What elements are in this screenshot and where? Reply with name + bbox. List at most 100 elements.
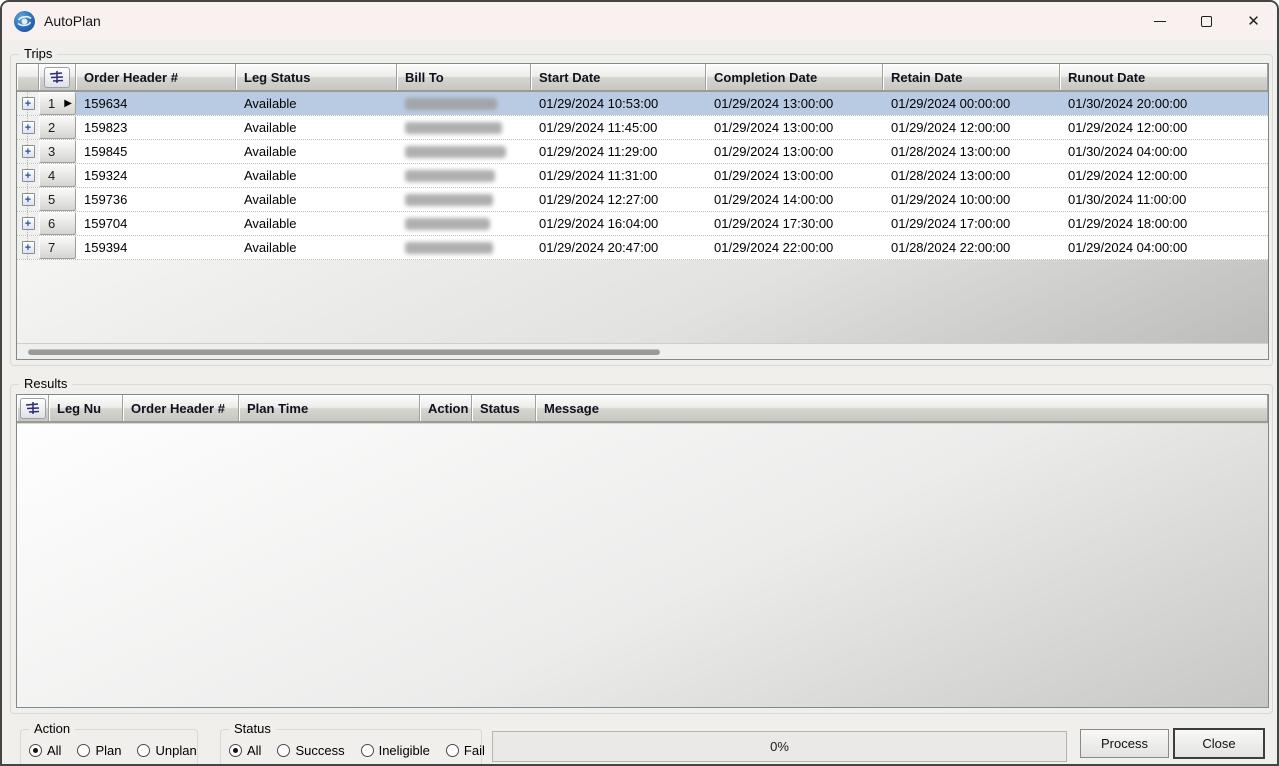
cell-completion-date[interactable]: 01/29/2024 17:30:00 <box>706 212 883 235</box>
radio-action-plan[interactable]: Plan <box>77 743 121 758</box>
row-number-cell[interactable]: 5 ▶ <box>39 188 76 211</box>
cell-start-date[interactable]: 01/29/2024 16:04:00 <box>531 212 706 235</box>
column-header-order-header[interactable]: Order Header # <box>123 395 239 421</box>
expand-row-button[interactable]: + <box>21 217 35 230</box>
table-row[interactable]: + 7 ▶ 159394 Available 01/29/2024 20:47:… <box>17 236 1268 260</box>
cell-bill-to[interactable] <box>397 212 531 235</box>
row-number-cell[interactable]: 6 ▶ <box>39 212 76 235</box>
expand-row-button[interactable]: + <box>21 193 35 206</box>
cell-order-header[interactable]: 159704 <box>76 212 236 235</box>
cell-leg-status[interactable]: Available <box>236 116 397 139</box>
row-indicator-header[interactable] <box>17 395 49 421</box>
column-header-order-header[interactable]: Order Header # <box>76 64 236 90</box>
cell-bill-to[interactable] <box>397 164 531 187</box>
column-header-retain-date[interactable]: Retain Date <box>883 64 1060 90</box>
cell-start-date[interactable]: 01/29/2024 11:29:00 <box>531 140 706 163</box>
expand-row-button[interactable]: + <box>21 121 35 134</box>
cell-bill-to[interactable] <box>397 236 531 259</box>
expand-row-button[interactable]: + <box>21 97 35 110</box>
close-button[interactable]: Close <box>1173 728 1265 759</box>
radio-status-all[interactable]: All <box>229 743 261 758</box>
cell-leg-status[interactable]: Available <box>236 212 397 235</box>
table-row[interactable]: + 6 ▶ 159704 Available 01/29/2024 16:04:… <box>17 212 1268 236</box>
cell-order-header[interactable]: 159394 <box>76 236 236 259</box>
column-header-completion-date[interactable]: Completion Date <box>706 64 883 90</box>
column-header-message[interactable]: Message <box>536 395 1268 421</box>
cell-order-header[interactable]: 159845 <box>76 140 236 163</box>
radio-status-fail[interactable]: Fail <box>445 743 485 758</box>
cell-order-header[interactable]: 159736 <box>76 188 236 211</box>
cell-start-date[interactable]: 01/29/2024 11:45:00 <box>531 116 706 139</box>
cell-completion-date[interactable]: 01/29/2024 14:00:00 <box>706 188 883 211</box>
column-header-bill-to[interactable]: Bill To <box>397 64 531 90</box>
minimize-button[interactable] <box>1136 2 1183 40</box>
row-number-cell[interactable]: 7 ▶ <box>39 236 76 259</box>
maximize-button[interactable] <box>1183 2 1230 40</box>
column-header-status[interactable]: Status <box>472 395 536 421</box>
cell-leg-status[interactable]: Available <box>236 164 397 187</box>
table-row[interactable]: + 1 ▶ 159634 Available 01/29/2024 10:53:… <box>17 92 1268 116</box>
cell-bill-to[interactable] <box>397 92 531 115</box>
cell-completion-date[interactable]: 01/29/2024 13:00:00 <box>706 92 883 115</box>
cell-completion-date[interactable]: 01/29/2024 13:00:00 <box>706 140 883 163</box>
table-row[interactable]: + 3 ▶ 159845 Available 01/29/2024 11:29:… <box>17 140 1268 164</box>
cell-start-date[interactable]: 01/29/2024 11:31:00 <box>531 164 706 187</box>
radio-action-all[interactable]: All <box>29 743 61 758</box>
table-row[interactable]: + 4 ▶ 159324 Available 01/29/2024 11:31:… <box>17 164 1268 188</box>
cell-order-header[interactable]: 159324 <box>76 164 236 187</box>
cell-leg-status[interactable]: Available <box>236 92 397 115</box>
process-button[interactable]: Process <box>1080 729 1169 758</box>
cell-retain-date[interactable]: 01/29/2024 10:00:00 <box>883 188 1060 211</box>
cell-retain-date[interactable]: 01/29/2024 17:00:00 <box>883 212 1060 235</box>
column-header-leg-status[interactable]: Leg Status <box>236 64 397 90</box>
cell-runout-date[interactable]: 01/29/2024 04:00:00 <box>1060 236 1268 259</box>
cell-leg-status[interactable]: Available <box>236 140 397 163</box>
row-number-cell[interactable]: 1 ▶ <box>39 92 76 115</box>
cell-retain-date[interactable]: 01/29/2024 12:00:00 <box>883 116 1060 139</box>
column-header-leg-nu[interactable]: Leg Nu <box>49 395 123 421</box>
cell-runout-date[interactable]: 01/30/2024 04:00:00 <box>1060 140 1268 163</box>
cell-retain-date[interactable]: 01/28/2024 22:00:00 <box>883 236 1060 259</box>
horizontal-scrollbar[interactable] <box>17 343 1268 359</box>
cell-completion-date[interactable]: 01/29/2024 22:00:00 <box>706 236 883 259</box>
expand-row-button[interactable]: + <box>21 169 35 182</box>
cell-order-header[interactable]: 159634 <box>76 92 236 115</box>
column-header-plan-time[interactable]: Plan Time <box>239 395 420 421</box>
cell-retain-date[interactable]: 01/28/2024 13:00:00 <box>883 140 1060 163</box>
row-indicator-header[interactable] <box>39 64 76 90</box>
cell-retain-date[interactable]: 01/28/2024 13:00:00 <box>883 164 1060 187</box>
cell-runout-date[interactable]: 01/30/2024 20:00:00 <box>1060 92 1268 115</box>
radio-status-success[interactable]: Success <box>277 743 345 758</box>
column-header-action[interactable]: Action <box>420 395 472 421</box>
cell-bill-to[interactable] <box>397 140 531 163</box>
cell-retain-date[interactable]: 01/29/2024 00:00:00 <box>883 92 1060 115</box>
radio-action-unplan[interactable]: Unplan <box>137 743 197 758</box>
cell-bill-to[interactable] <box>397 188 531 211</box>
expand-row-button[interactable]: + <box>21 145 35 158</box>
cell-completion-date[interactable]: 01/29/2024 13:00:00 <box>706 164 883 187</box>
cell-runout-date[interactable]: 01/30/2024 11:00:00 <box>1060 188 1268 211</box>
table-row[interactable]: + 2 ▶ 159823 Available 01/29/2024 11:45:… <box>17 116 1268 140</box>
row-number-cell[interactable]: 2 ▶ <box>39 116 76 139</box>
cell-runout-date[interactable]: 01/29/2024 12:00:00 <box>1060 116 1268 139</box>
cell-start-date[interactable]: 01/29/2024 12:27:00 <box>531 188 706 211</box>
radio-status-ineligible[interactable]: Ineligible <box>360 743 430 758</box>
scrollbar-thumb[interactable] <box>28 349 660 355</box>
cell-completion-date[interactable]: 01/29/2024 13:00:00 <box>706 116 883 139</box>
cell-leg-status[interactable]: Available <box>236 236 397 259</box>
row-number-cell[interactable]: 4 ▶ <box>39 164 76 187</box>
column-header-runout-date[interactable]: Runout Date <box>1060 64 1268 90</box>
title-bar[interactable]: AutoPlan ✕ <box>2 2 1277 40</box>
cell-start-date[interactable]: 01/29/2024 10:53:00 <box>531 92 706 115</box>
cell-runout-date[interactable]: 01/29/2024 18:00:00 <box>1060 212 1268 235</box>
table-row[interactable]: + 5 ▶ 159736 Available 01/29/2024 12:27:… <box>17 188 1268 212</box>
cell-runout-date[interactable]: 01/29/2024 12:00:00 <box>1060 164 1268 187</box>
row-number-cell[interactable]: 3 ▶ <box>39 140 76 163</box>
cell-start-date[interactable]: 01/29/2024 20:47:00 <box>531 236 706 259</box>
expand-row-button[interactable]: + <box>21 241 35 254</box>
close-window-button[interactable]: ✕ <box>1230 2 1277 40</box>
column-header-start-date[interactable]: Start Date <box>531 64 706 90</box>
cell-bill-to[interactable] <box>397 116 531 139</box>
cell-order-header[interactable]: 159823 <box>76 116 236 139</box>
cell-leg-status[interactable]: Available <box>236 188 397 211</box>
